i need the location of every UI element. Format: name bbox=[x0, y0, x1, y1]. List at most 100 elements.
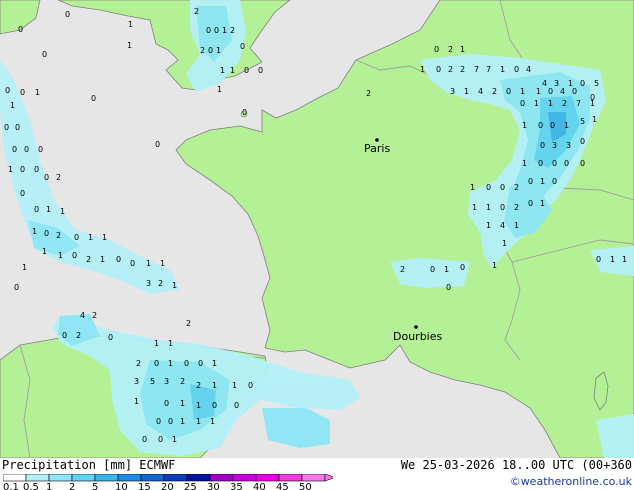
value-label: 4 bbox=[80, 311, 85, 320]
value-label: 0 bbox=[430, 265, 435, 274]
value-label: 1 bbox=[58, 251, 63, 260]
value-label: 0 bbox=[538, 121, 543, 130]
scale-swatch bbox=[71, 474, 96, 482]
value-label: 1 bbox=[196, 417, 201, 426]
city-label-dourbies: Dourbies bbox=[393, 330, 443, 343]
value-label: 0 bbox=[248, 381, 253, 390]
value-label: 2 bbox=[400, 265, 405, 274]
legend-footer: Precipitation [mm] ECMWF We 25-03-2026 1… bbox=[0, 458, 634, 490]
scale-swatch bbox=[94, 474, 119, 482]
value-label: 1 bbox=[172, 435, 177, 444]
legend-title: Precipitation [mm] bbox=[2, 458, 133, 472]
value-label: 2 bbox=[448, 65, 453, 74]
value-label: 1 bbox=[196, 401, 201, 410]
scale-swatch bbox=[255, 474, 280, 482]
value-label: 0 bbox=[44, 229, 49, 238]
value-label: 1 bbox=[590, 99, 595, 108]
value-label: 1 bbox=[180, 399, 185, 408]
value-label: 1 bbox=[564, 121, 569, 130]
value-label: 0 bbox=[436, 65, 441, 74]
value-label: 1 bbox=[212, 381, 217, 390]
value-label: 4 bbox=[478, 87, 483, 96]
value-label: 7 bbox=[474, 65, 479, 74]
city-label-paris: Paris bbox=[364, 142, 390, 155]
value-label: 0 bbox=[62, 331, 67, 340]
value-label: 0 bbox=[460, 263, 465, 272]
value-label: 0 bbox=[18, 25, 23, 34]
value-label: 0 bbox=[506, 87, 511, 96]
value-label: 1 bbox=[42, 247, 47, 256]
value-label: 2 bbox=[186, 319, 191, 328]
value-label: 1 bbox=[520, 87, 525, 96]
value-label: 1 bbox=[460, 45, 465, 54]
scale-overflow-arrow bbox=[324, 474, 333, 482]
value-label: 1 bbox=[522, 121, 527, 130]
value-label: 0 bbox=[258, 66, 263, 75]
forecast-date: We 25-03-2026 18..00 UTC (00+360 bbox=[400, 458, 632, 472]
value-label: 1 bbox=[420, 65, 425, 74]
value-label: 2 bbox=[86, 255, 91, 264]
value-label: 2 bbox=[230, 26, 235, 35]
value-label: 2 bbox=[514, 183, 519, 192]
value-label: 1 bbox=[522, 159, 527, 168]
scale-tick-label: 0.1 bbox=[3, 482, 19, 490]
value-label: 2 bbox=[136, 359, 141, 368]
value-label: 1 bbox=[180, 417, 185, 426]
value-label: 1 bbox=[610, 255, 615, 264]
value-label: 0 bbox=[130, 259, 135, 268]
scale-swatch bbox=[232, 474, 257, 482]
value-label: 0 bbox=[500, 203, 505, 212]
value-label: 0 bbox=[168, 417, 173, 426]
value-label: 1 bbox=[134, 397, 139, 406]
value-label: 0 bbox=[564, 159, 569, 168]
color-scale: 0.1 0.5 1 2 5 10 15 20 25 30 35 40 45 50 bbox=[3, 474, 333, 490]
value-label: 2 bbox=[92, 311, 97, 320]
value-label: 0 bbox=[34, 205, 39, 214]
scale-swatch bbox=[25, 474, 50, 482]
value-label: 0 bbox=[155, 140, 160, 149]
value-label: 1 bbox=[32, 227, 37, 236]
value-label: 0 bbox=[528, 199, 533, 208]
value-label: 1 bbox=[220, 66, 225, 75]
value-label: 0 bbox=[580, 159, 585, 168]
value-label: 0 bbox=[12, 145, 17, 154]
value-label: 1 bbox=[8, 165, 13, 174]
value-label: 7 bbox=[576, 99, 581, 108]
value-label: 0 bbox=[44, 173, 49, 182]
value-label: 0 bbox=[580, 137, 585, 146]
value-label: 0 bbox=[520, 99, 525, 108]
value-label: 1 bbox=[222, 26, 227, 35]
value-label: 1 bbox=[35, 88, 40, 97]
value-label: 1 bbox=[470, 183, 475, 192]
value-label: 0 bbox=[486, 183, 491, 192]
scale-swatch bbox=[3, 474, 27, 482]
value-label: 1 bbox=[102, 233, 107, 242]
value-label: 0 bbox=[142, 435, 147, 444]
scale-tick-label: 5 bbox=[92, 482, 98, 490]
value-label: 2 bbox=[492, 87, 497, 96]
scale-tick-label: 45 bbox=[276, 482, 289, 490]
scale-tick-label: 15 bbox=[138, 482, 151, 490]
value-label: 0 bbox=[514, 65, 519, 74]
scale-tick-label: 25 bbox=[184, 482, 197, 490]
value-label: 2 bbox=[448, 45, 453, 54]
value-label: 1 bbox=[146, 259, 151, 268]
scale-tick-label: 2 bbox=[69, 482, 75, 490]
value-label: 1 bbox=[592, 115, 597, 124]
value-label: 0 bbox=[538, 159, 543, 168]
value-label: 1 bbox=[127, 41, 132, 50]
value-label: 0 bbox=[572, 87, 577, 96]
value-label: 7 bbox=[486, 65, 491, 74]
value-label: 1 bbox=[22, 263, 27, 272]
value-label: 3 bbox=[134, 377, 139, 386]
value-label: 5 bbox=[150, 377, 155, 386]
scale-swatch bbox=[163, 474, 188, 482]
scale-tick-label: 50 bbox=[299, 482, 312, 490]
scale-swatch bbox=[48, 474, 73, 482]
legend-title-row: Precipitation [mm] ECMWF bbox=[2, 458, 175, 472]
value-label: 1 bbox=[168, 339, 173, 348]
value-label: 0 bbox=[5, 86, 10, 95]
value-label: 0 bbox=[20, 88, 25, 97]
scale-tick-label: 35 bbox=[230, 482, 243, 490]
scale-tick-label: 0.5 bbox=[23, 482, 39, 490]
